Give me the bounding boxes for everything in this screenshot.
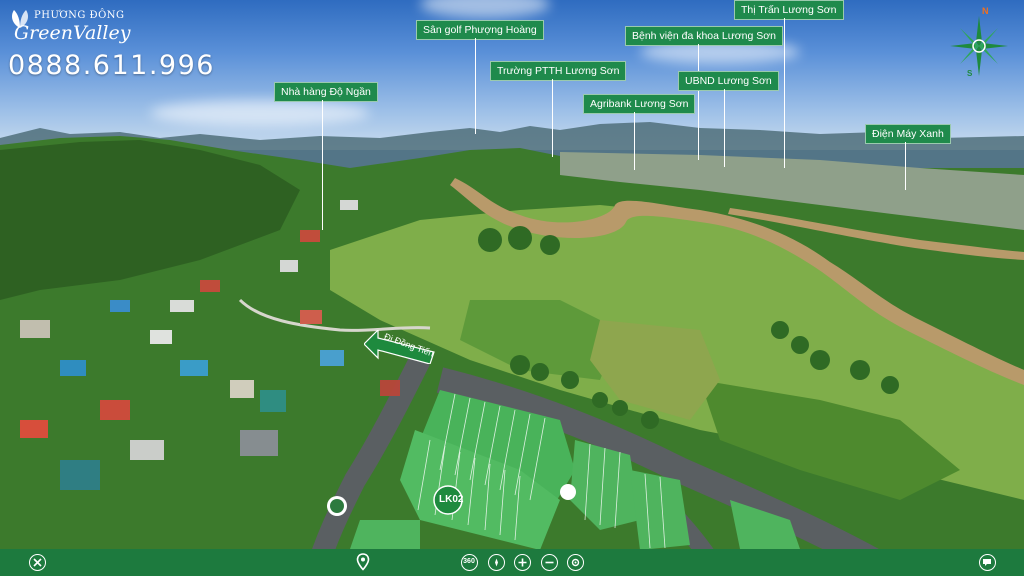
poi-label[interactable]: Điện Máy Xanh: [865, 124, 951, 144]
zoom-out-button[interactable]: [538, 551, 560, 573]
poi-label[interactable]: Agribank Lương Sơn: [583, 94, 696, 114]
poi-label[interactable]: Sân golf Phượng Hoàng: [416, 20, 544, 40]
poi-label[interactable]: Trường PTTH Lương Sơn: [490, 61, 627, 81]
panorama-viewport[interactable]: LK02 Đi Đồng Tiến PHƯƠNG ĐÔNG GreenValle…: [0, 0, 1024, 576]
poi-label[interactable]: UBND Lương Sơn: [678, 71, 779, 91]
close-icon: [28, 553, 46, 571]
aerial-landscape: [0, 122, 1024, 576]
lot-label-lk02[interactable]: LK02: [439, 494, 463, 505]
chat-button[interactable]: [976, 551, 998, 573]
logo-subtitle: PHƯƠNG ĐÔNG: [34, 10, 125, 21]
poi-pointer-line: [475, 38, 476, 134]
plus-icon: [513, 553, 531, 571]
poi-pointer-line: [552, 79, 553, 157]
poi-pointer-line: [698, 44, 699, 160]
compass-icon[interactable]: N S: [946, 4, 1012, 78]
view-360-label: 360: [463, 558, 475, 565]
location-button[interactable]: [352, 551, 374, 573]
poi-label[interactable]: Thị Trấn Lương Sơn: [734, 0, 844, 20]
viewer-toolbar: 360: [0, 549, 1024, 576]
compass-south: S: [967, 69, 973, 78]
poi-label[interactable]: Nhà hàng Độ Ngần: [274, 82, 378, 102]
rotate-icon: [566, 553, 584, 571]
zoom-in-button[interactable]: [511, 551, 533, 573]
compass-north: N: [982, 6, 989, 16]
gyro-button[interactable]: [485, 551, 507, 573]
view-360-icon: 360: [460, 553, 478, 571]
poi-pointer-line: [724, 89, 725, 167]
poi-label[interactable]: Bệnh viện đa khoa Lương Sơn: [625, 26, 783, 46]
hotline-phone[interactable]: 0888.611.996: [8, 50, 215, 81]
poi-pointer-line: [905, 142, 906, 190]
poi-pointer-line: [322, 100, 323, 230]
minus-icon: [540, 553, 558, 571]
auto-rotate-button[interactable]: [564, 551, 586, 573]
close-button[interactable]: [26, 551, 48, 573]
chat-icon: [978, 553, 996, 571]
poi-pointer-line: [784, 18, 785, 168]
poi-pointer-line: [634, 112, 635, 170]
view-360-button[interactable]: 360: [458, 551, 480, 573]
map-pin-icon: [356, 553, 370, 571]
compass-dial-icon: [487, 553, 505, 571]
logo-title: GreenValley: [14, 22, 131, 44]
